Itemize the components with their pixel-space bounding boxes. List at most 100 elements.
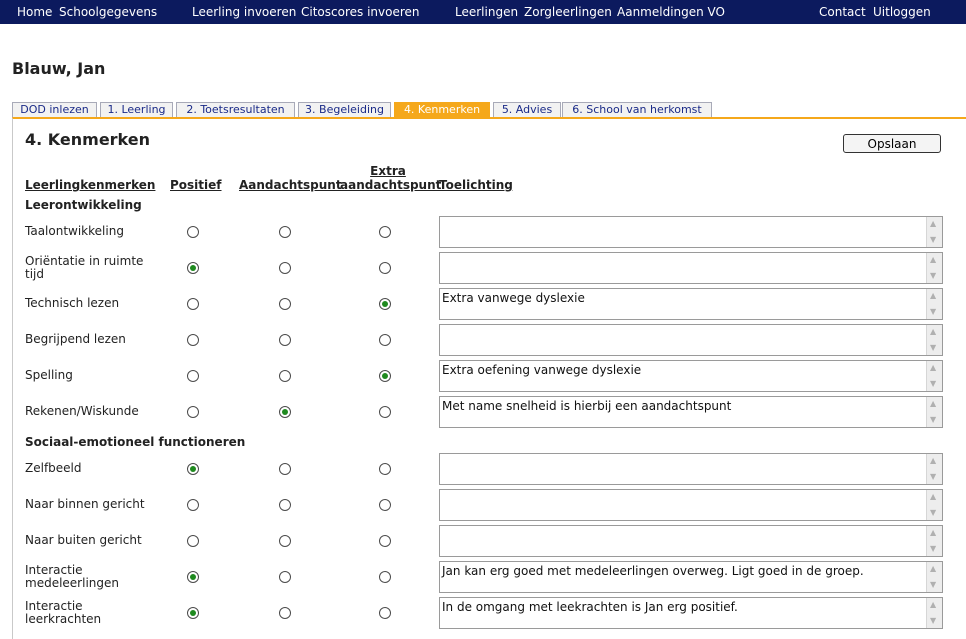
- radio-positief[interactable]: [187, 499, 199, 511]
- toelichting-text: Extra vanwege dyslexie: [442, 291, 585, 305]
- column-header-kenmerken[interactable]: Leerlingkenmerken: [25, 178, 155, 192]
- radio-aandachtspunt[interactable]: [279, 226, 291, 238]
- tab-advies[interactable]: 5. Advies: [493, 102, 561, 117]
- radio-extra-aandachtspunt[interactable]: [379, 334, 391, 346]
- nav-schoolgegevens[interactable]: Schoolgegevens: [59, 5, 157, 19]
- nav-aanmeldingen-vo[interactable]: Aanmeldingen VO: [617, 5, 725, 19]
- radio-positief[interactable]: [187, 370, 199, 382]
- column-header-aandachtspunt[interactable]: Aandachtspunt: [239, 178, 342, 192]
- radio-aandachtspunt[interactable]: [279, 535, 291, 547]
- toelichting-text: Jan kan erg goed met medeleerlingen over…: [442, 564, 864, 578]
- radio-aandachtspunt[interactable]: [279, 463, 291, 475]
- textarea-scrollbar[interactable]: ▲ ▼: [926, 562, 942, 592]
- top-navigation: Home Schoolgegevens Leerling invoeren Ci…: [0, 0, 966, 24]
- radio-extra-aandachtspunt[interactable]: [379, 463, 391, 475]
- nav-uitloggen[interactable]: Uitloggen: [873, 5, 931, 19]
- tab-dod-inlezen[interactable]: DOD inlezen: [12, 102, 97, 117]
- row-label-interactie-medeleerlingen: Interactie medeleerlingen: [25, 563, 119, 590]
- nav-zorgleerlingen[interactable]: Zorgleerlingen: [524, 5, 612, 19]
- tab-leerling[interactable]: 1. Leerling: [100, 102, 173, 117]
- textarea-scrollbar[interactable]: ▲ ▼: [926, 490, 942, 520]
- toelichting-textarea[interactable]: ▲ ▼: [439, 324, 943, 356]
- textarea-scrollbar[interactable]: ▲ ▼: [926, 361, 942, 391]
- radio-positief[interactable]: [187, 406, 199, 418]
- toelichting-text: Extra oefening vanwege dyslexie: [442, 363, 642, 377]
- toelichting-textarea[interactable]: ▲ ▼: [439, 216, 943, 248]
- radio-extra-aandachtspunt[interactable]: [379, 607, 391, 619]
- nav-home[interactable]: Home: [17, 5, 52, 19]
- row-label-interactie-leerkrachten: Interactie leerkrachten: [25, 599, 102, 626]
- radio-positief[interactable]: [187, 226, 199, 238]
- radio-extra-aandachtspunt[interactable]: [379, 535, 391, 547]
- toelichting-textarea[interactable]: In de omgang met leekrachten is Jan erg …: [439, 597, 943, 629]
- toelichting-text: Met name snelheid is hierbij een aandach…: [442, 399, 732, 413]
- row-label-begrijpend-lezen: Begrijpend lezen: [25, 332, 126, 346]
- nav-citoscores-invoeren[interactable]: Citoscores invoeren: [301, 5, 420, 19]
- toelichting-textarea[interactable]: ▲ ▼: [439, 453, 943, 485]
- radio-extra-aandachtspunt[interactable]: [379, 406, 391, 418]
- radio-extra-aandachtspunt[interactable]: [379, 262, 391, 274]
- column-header-positief[interactable]: Positief: [170, 178, 222, 192]
- textarea-scrollbar[interactable]: ▲ ▼: [926, 325, 942, 355]
- tab-school-van-herkomst[interactable]: 6. School van herkomst: [562, 102, 712, 117]
- radio-extra-aandachtspunt[interactable]: [379, 226, 391, 238]
- textarea-scrollbar[interactable]: ▲ ▼: [926, 289, 942, 319]
- row-label-technisch-lezen: Technisch lezen: [25, 296, 120, 310]
- kenmerken-panel: 4. Kenmerken Opslaan Leerlingkenmerken P…: [12, 117, 966, 639]
- textarea-scrollbar[interactable]: ▲ ▼: [926, 397, 942, 427]
- radio-extra-aandachtspunt[interactable]: [379, 298, 391, 310]
- save-button[interactable]: Opslaan: [843, 134, 941, 153]
- textarea-scrollbar[interactable]: ▲ ▼: [926, 454, 942, 484]
- toelichting-textarea[interactable]: Extra vanwege dyslexie ▲ ▼: [439, 288, 943, 320]
- radio-aandachtspunt[interactable]: [279, 499, 291, 511]
- radio-positief[interactable]: [187, 571, 199, 583]
- radio-positief[interactable]: [187, 298, 199, 310]
- radio-positief[interactable]: [187, 535, 199, 547]
- radio-aandachtspunt[interactable]: [279, 571, 291, 583]
- tab-begeleiding[interactable]: 3. Begeleiding: [298, 102, 391, 117]
- student-name: Blauw, Jan: [12, 59, 106, 78]
- radio-positief[interactable]: [187, 334, 199, 346]
- section-title: 4. Kenmerken: [25, 130, 151, 149]
- radio-extra-aandachtspunt[interactable]: [379, 499, 391, 511]
- nav-leerlingen[interactable]: Leerlingen: [455, 5, 518, 19]
- radio-aandachtspunt[interactable]: [279, 298, 291, 310]
- nav-leerling-invoeren[interactable]: Leerling invoeren: [192, 5, 296, 19]
- toelichting-textarea[interactable]: Met name snelheid is hierbij een aandach…: [439, 396, 943, 428]
- row-label-zelfbeeld: Zelfbeeld: [25, 461, 82, 475]
- nav-contact[interactable]: Contact: [819, 5, 866, 19]
- radio-aandachtspunt[interactable]: [279, 262, 291, 274]
- radio-positief[interactable]: [187, 607, 199, 619]
- radio-positief[interactable]: [187, 262, 199, 274]
- textarea-scrollbar[interactable]: ▲ ▼: [926, 253, 942, 283]
- textarea-scrollbar[interactable]: ▲ ▼: [926, 526, 942, 556]
- group-leerontwikkeling: Leerontwikkeling: [25, 198, 142, 212]
- textarea-scrollbar[interactable]: ▲ ▼: [926, 217, 942, 247]
- radio-extra-aandachtspunt[interactable]: [379, 370, 391, 382]
- radio-aandachtspunt[interactable]: [279, 607, 291, 619]
- radio-extra-aandachtspunt[interactable]: [379, 571, 391, 583]
- toelichting-textarea[interactable]: ▲ ▼: [439, 525, 943, 557]
- textarea-scrollbar[interactable]: ▲ ▼: [926, 598, 942, 628]
- column-header-extra-aandachtspunt[interactable]: Extra aandachtspunt: [340, 164, 442, 192]
- radio-aandachtspunt[interactable]: [279, 370, 291, 382]
- toelichting-textarea[interactable]: Jan kan erg goed met medeleerlingen over…: [439, 561, 943, 593]
- tab-kenmerken[interactable]: 4. Kenmerken: [394, 102, 490, 117]
- row-label-orientatie: Oriëntatie in ruimte tijd: [25, 254, 144, 281]
- radio-aandachtspunt[interactable]: [279, 406, 291, 418]
- column-header-extra-line1: Extra: [370, 164, 406, 178]
- group-sociaal-emotioneel: Sociaal-emotioneel functioneren: [25, 435, 246, 449]
- column-header-extra-line2: aandachtspunt: [340, 178, 442, 192]
- toelichting-textarea[interactable]: ▲ ▼: [439, 489, 943, 521]
- toelichting-textarea[interactable]: Extra oefening vanwege dyslexie ▲ ▼: [439, 360, 943, 392]
- row-label-rekenen-wiskunde: Rekenen/Wiskunde: [25, 404, 139, 418]
- radio-positief[interactable]: [187, 463, 199, 475]
- tab-toetsresultaten[interactable]: 2. Toetsresultaten: [176, 102, 295, 117]
- row-label-naar-binnen-gericht: Naar binnen gericht: [25, 497, 145, 511]
- toelichting-textarea[interactable]: ▲ ▼: [439, 252, 943, 284]
- column-header-toelichting[interactable]: Toelichting: [439, 178, 513, 192]
- row-label-spelling: Spelling: [25, 368, 73, 382]
- row-label-naar-buiten-gericht: Naar buiten gericht: [25, 533, 142, 547]
- toelichting-text: In de omgang met leekrachten is Jan erg …: [442, 600, 738, 614]
- radio-aandachtspunt[interactable]: [279, 334, 291, 346]
